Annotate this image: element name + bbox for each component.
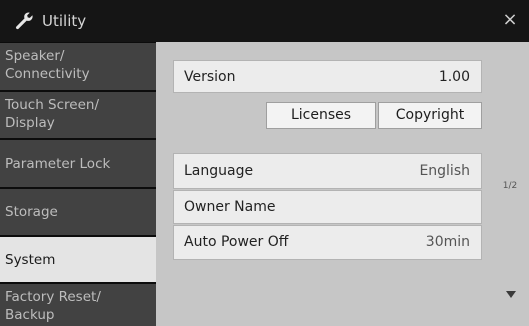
sidebar-item-label: Storage [5, 204, 58, 220]
wrench-icon [15, 12, 33, 30]
version-label: Version [184, 69, 236, 85]
sidebar-item-factory-reset-backup[interactable]: Factory Reset/ Backup [0, 284, 156, 326]
sidebar-item-label: System [5, 251, 56, 268]
close-icon: × [502, 9, 518, 30]
sidebar-item-label: Touch Screen/ Display [5, 97, 99, 131]
language-label: Language [184, 163, 254, 179]
language-value: English [419, 163, 470, 179]
sidebar-item-parameter-lock[interactable]: Parameter Lock [0, 140, 156, 187]
sidebar-item-label: Parameter Lock [5, 155, 111, 172]
page-indicator: 1/2 [502, 181, 518, 191]
window-title: Utility [42, 12, 87, 30]
triangle-down-icon[interactable] [506, 291, 516, 298]
sidebar-item-system[interactable]: System [0, 237, 156, 282]
sidebar: Speaker/ Connectivity Touch Screen/ Disp… [0, 42, 156, 326]
version-value: 1.00 [438, 69, 470, 85]
close-button[interactable]: × [499, 9, 521, 31]
sidebar-item-label: Speaker/ Connectivity [5, 48, 90, 82]
title-bar: Utility × [0, 0, 529, 42]
sidebar-item-touch-screen-display[interactable]: Touch Screen/ Display [0, 92, 156, 138]
auto-power-off-setting[interactable]: Auto Power Off 30min [173, 225, 482, 260]
version-field: Version 1.00 [173, 60, 482, 93]
main-panel: Version 1.00 Licenses Copyright Language… [156, 42, 529, 326]
copyright-button[interactable]: Copyright [378, 102, 482, 129]
auto-power-off-value: 30min [425, 234, 470, 250]
sidebar-item-label: Factory Reset/ Backup [5, 289, 101, 323]
sidebar-item-storage[interactable]: Storage [0, 189, 156, 235]
auto-power-off-label: Auto Power Off [184, 234, 289, 250]
sidebar-item-speaker-connectivity[interactable]: Speaker/ Connectivity [0, 43, 156, 90]
owner-name-setting[interactable]: Owner Name [173, 190, 482, 224]
owner-name-label: Owner Name [184, 199, 276, 215]
licenses-button-label: Licenses [290, 107, 352, 123]
language-setting[interactable]: Language English [173, 153, 482, 189]
copyright-button-label: Copyright [395, 107, 465, 123]
licenses-button[interactable]: Licenses [266, 102, 376, 129]
